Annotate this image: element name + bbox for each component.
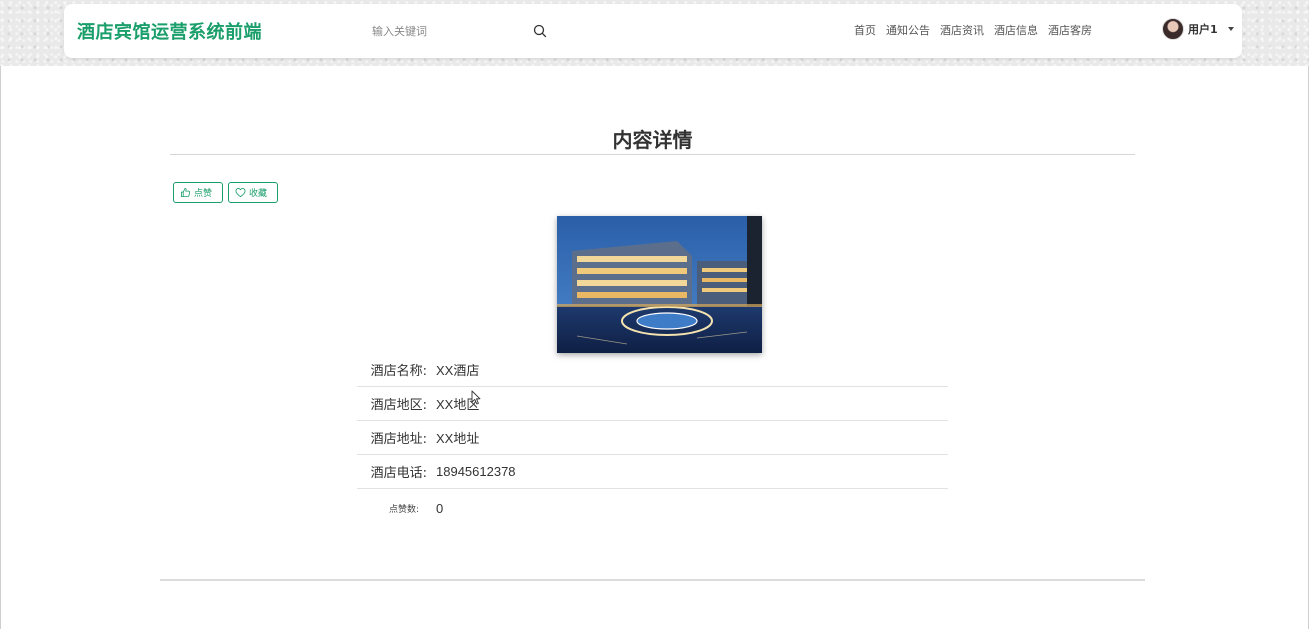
mouse-cursor-icon — [471, 390, 481, 405]
favorite-label: 收藏 — [249, 189, 268, 199]
search-input[interactable] — [364, 18, 524, 44]
nav-item-hotel-info[interactable]: 酒店信息 — [994, 22, 1038, 38]
field-label: 酒店名称: — [370, 364, 427, 379]
main-nav: 首页 通知公告 酒店资讯 酒店信息 酒店客房 — [854, 22, 1102, 38]
field-value: 18945612378 — [436, 464, 516, 479]
chevron-down-icon[interactable] — [1227, 27, 1234, 31]
page-border — [0, 66, 1, 629]
field-hotel-name: 酒店名称: XX酒店 — [357, 353, 948, 387]
favorite-button[interactable]: 收藏 — [228, 182, 278, 203]
heart-icon — [235, 188, 246, 198]
field-value: XX酒店 — [436, 363, 480, 378]
field-hotel-address: 酒店地址: XX地址 — [357, 421, 948, 455]
field-like-count: 点赞数: 0 — [357, 491, 948, 525]
field-label: 酒店地址: — [370, 432, 427, 447]
field-hotel-region: 酒店地区: XX地区 — [357, 387, 948, 421]
like-label: 点赞 — [194, 189, 213, 199]
user-name[interactable]: 用户1 — [1188, 21, 1218, 37]
search-box — [364, 18, 554, 44]
nav-item-notices[interactable]: 通知公告 — [886, 22, 930, 38]
nav-item-rooms[interactable]: 酒店客房 — [1048, 22, 1092, 38]
footer-divider — [160, 579, 1145, 581]
top-header: 酒店宾馆运营系统前端 首页 通知公告 酒店资讯 酒店信息 酒店客房 用户1 — [64, 4, 1242, 58]
nav-item-news[interactable]: 酒店资讯 — [940, 22, 984, 38]
search-icon[interactable] — [532, 23, 548, 39]
hotel-image — [557, 216, 762, 353]
like-button[interactable]: 点赞 — [173, 182, 223, 203]
field-hotel-phone: 酒店电话: 18945612378 — [357, 455, 948, 489]
thumbs-up-icon — [180, 187, 191, 198]
page-title: 内容详情 — [612, 128, 693, 152]
user-menu[interactable]: 用户1 — [1162, 18, 1234, 40]
site-brand[interactable]: 酒店宾馆运营系统前端 — [77, 18, 262, 44]
nav-item-home[interactable]: 首页 — [854, 22, 876, 38]
field-value: 0 — [436, 500, 444, 516]
field-label: 点赞数: — [388, 504, 419, 515]
field-label: 酒店地区: — [370, 398, 427, 413]
field-label: 酒店电话: — [370, 466, 427, 481]
divider — [170, 154, 1135, 155]
avatar[interactable] — [1162, 18, 1184, 40]
field-value: XX地址 — [436, 431, 480, 446]
